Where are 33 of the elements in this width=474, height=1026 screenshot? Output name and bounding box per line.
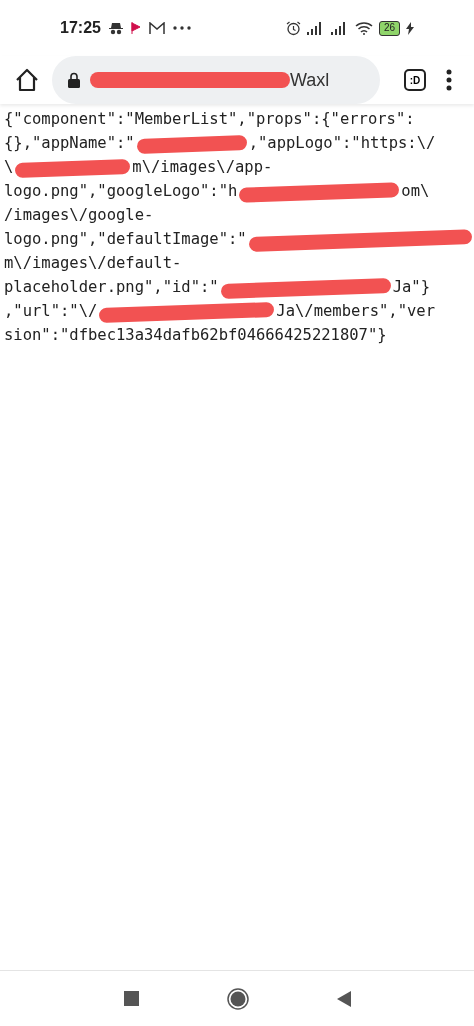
- flag-icon: [130, 22, 141, 34]
- charging-icon: [406, 21, 414, 35]
- tab-switcher-button[interactable]: :D: [404, 69, 426, 91]
- json-text: sion":"dfbec13a34dafb62bf04666425221807"}: [4, 325, 387, 347]
- json-text: ,"url":"\/: [4, 301, 98, 323]
- json-text: logo.png","googleLogo":"h: [4, 181, 238, 203]
- menu-icon[interactable]: [446, 69, 452, 91]
- more-icon: [172, 26, 191, 30]
- back-icon[interactable]: [336, 990, 351, 1007]
- json-text: {"component":"MemberList","props":{"errors":: [4, 109, 415, 131]
- json-text: ,"appLogo":"https:\/: [248, 133, 436, 155]
- json-text: \: [4, 157, 14, 179]
- clock-time: 17:25: [60, 18, 101, 38]
- json-text: /images\/google-: [4, 205, 154, 227]
- alarm-icon: [285, 20, 301, 36]
- address-bar[interactable]: Waxl: [52, 56, 380, 104]
- json-text: om\: [401, 181, 430, 203]
- json-text: {},"appName":": [4, 133, 135, 155]
- home-icon[interactable]: [14, 67, 40, 93]
- json-text: logo.png","defaultImage":": [4, 229, 247, 251]
- json-text: m\/images\/default-: [4, 253, 182, 275]
- battery-indicator: 26: [378, 20, 400, 36]
- json-text: Ja"}: [392, 277, 430, 299]
- recents-icon[interactable]: [123, 991, 139, 1006]
- json-text: m\/images\/app-: [132, 157, 273, 179]
- json-text: Ja\/members","ver: [276, 301, 435, 323]
- home-circle-icon[interactable]: [226, 987, 249, 1010]
- json-text: placeholder.png","id":": [4, 277, 219, 299]
- lock-icon: [68, 72, 80, 88]
- url-text: Waxl: [290, 68, 330, 92]
- wifi-icon: [354, 21, 373, 35]
- mail-icon: [148, 21, 165, 35]
- incognito-icon: [108, 21, 123, 35]
